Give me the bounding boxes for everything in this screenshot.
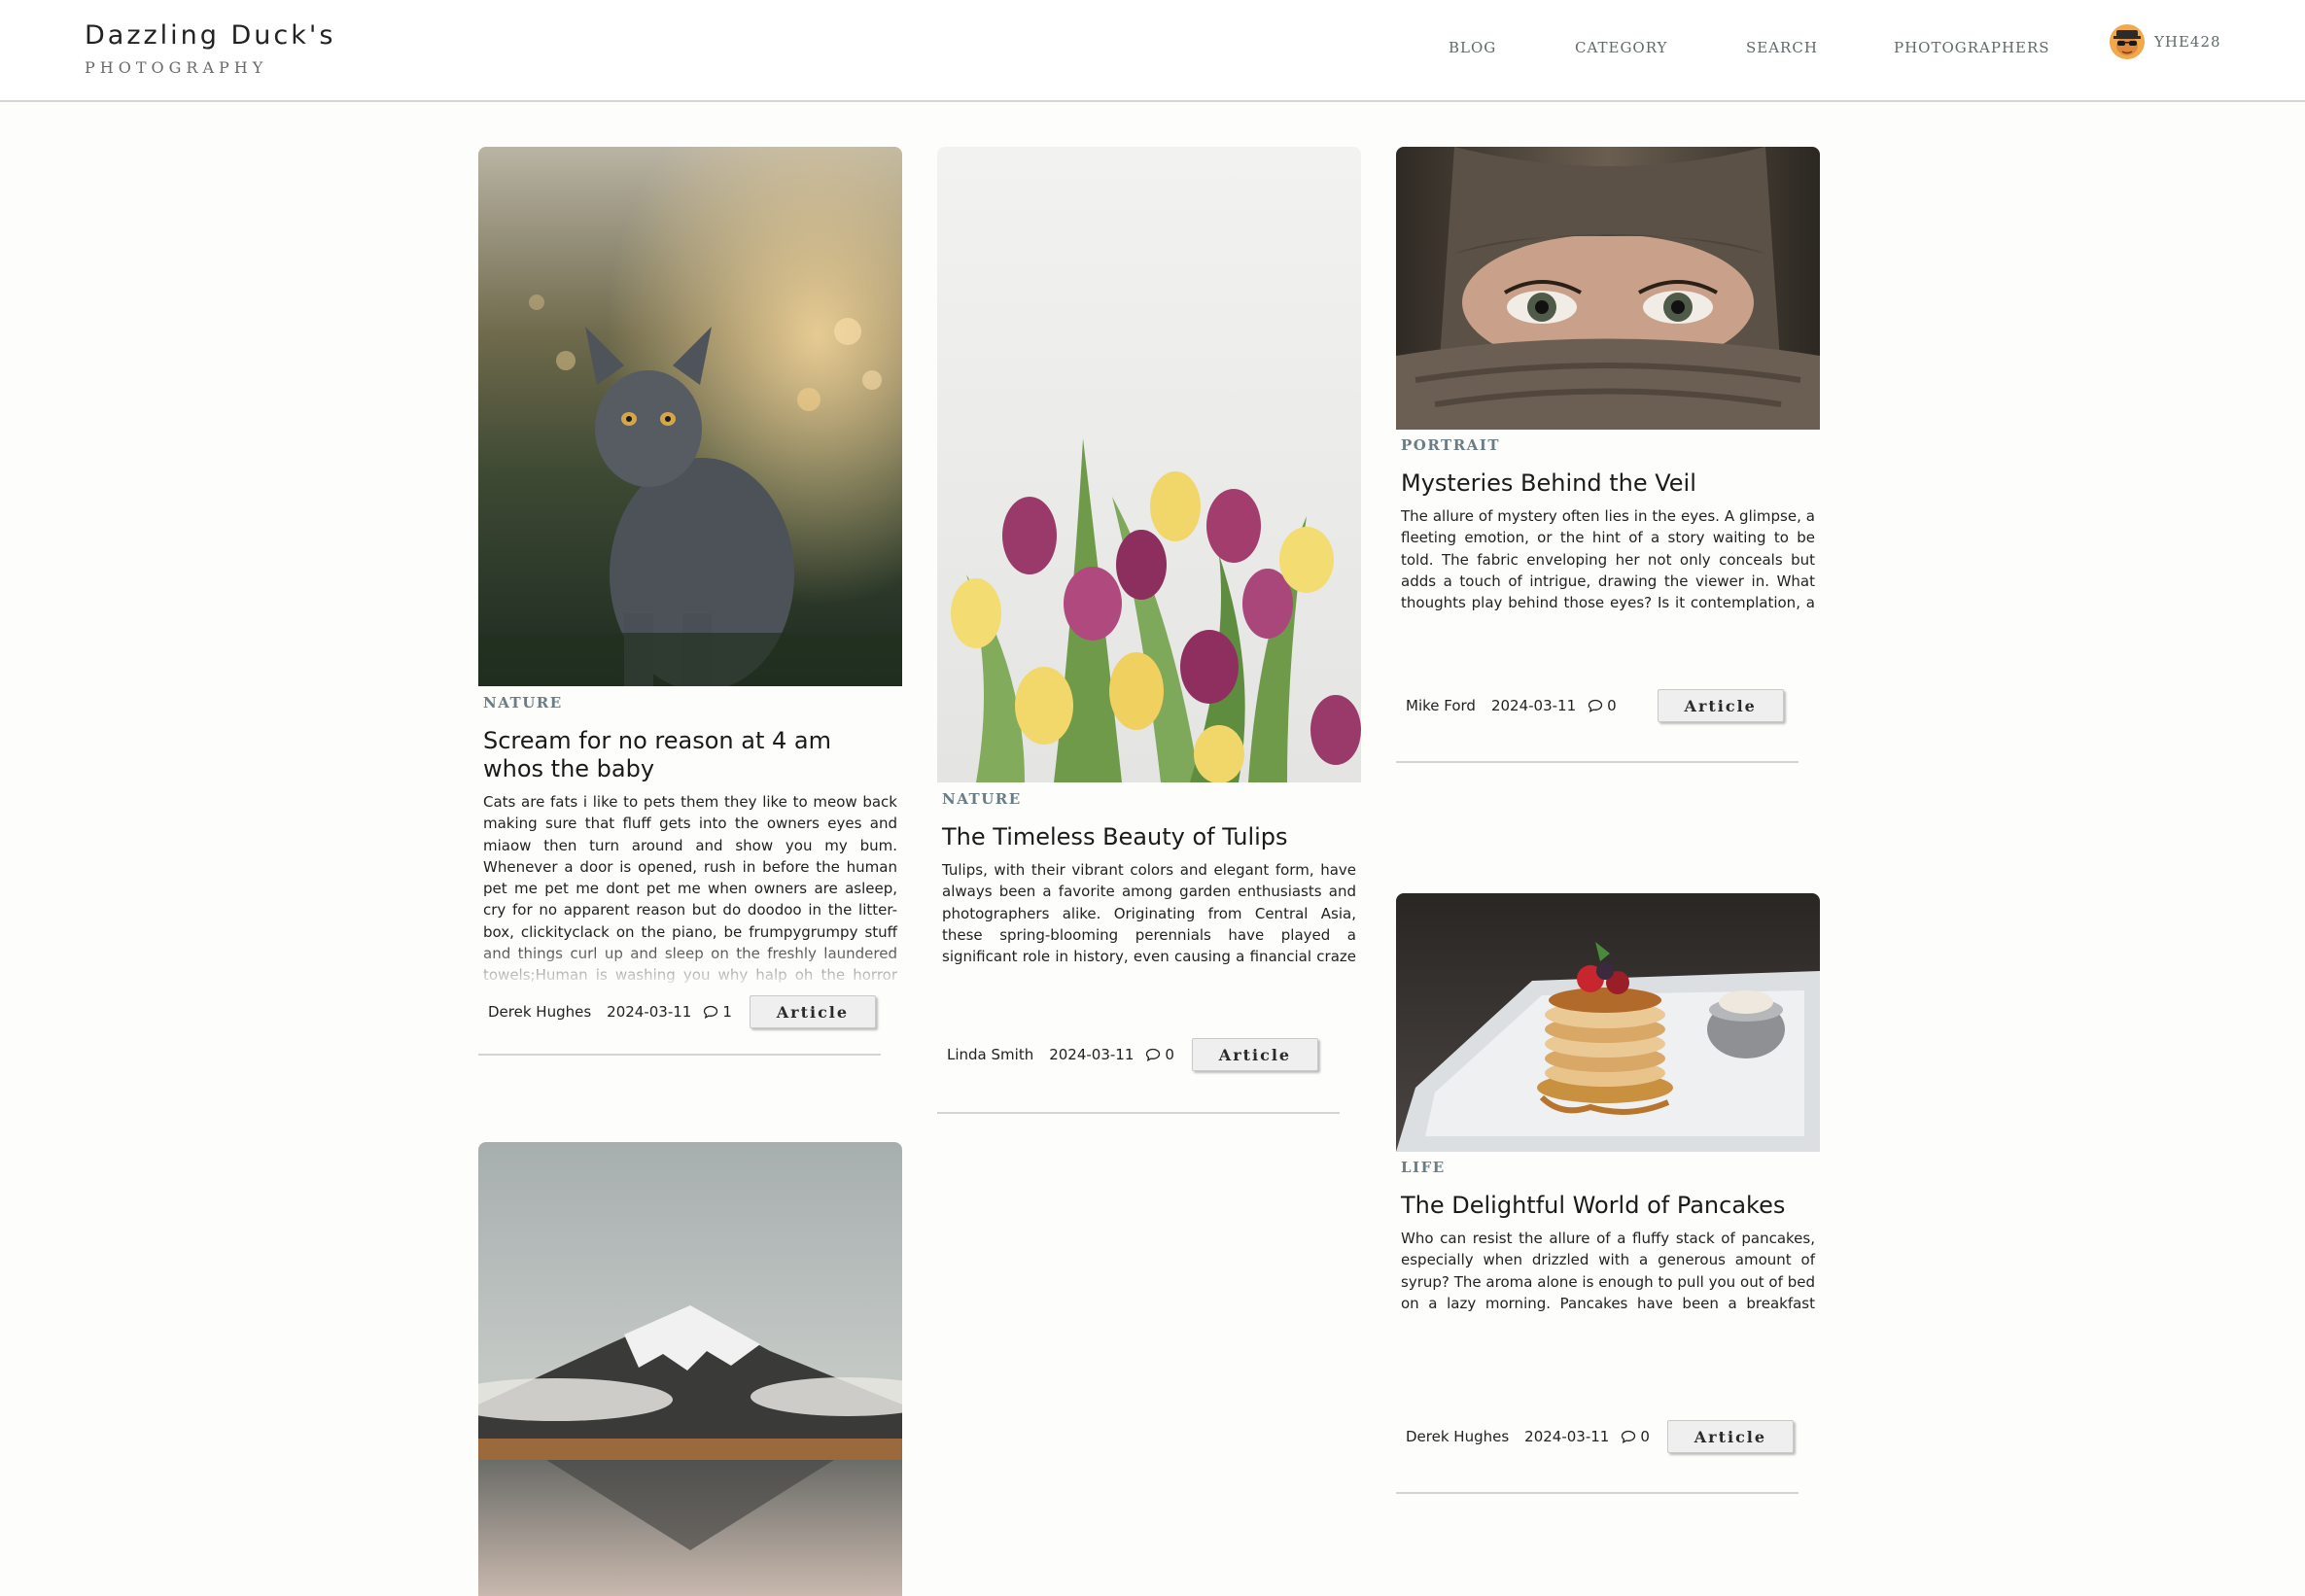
article-button[interactable]: Article	[749, 995, 876, 1028]
post-image[interactable]	[1396, 147, 1820, 430]
article-button[interactable]: Article	[1666, 1420, 1794, 1453]
post-author[interactable]: Derek Hughes	[1406, 1428, 1509, 1445]
user-menu[interactable]: YHE428	[2110, 23, 2221, 60]
post-excerpt: Who can resist the allure of a fluffy st…	[1401, 1230, 1815, 1312]
article-button[interactable]: Article	[1657, 689, 1784, 722]
post-category[interactable]: PORTRAIT	[1396, 436, 1820, 458]
comment-count: 1	[703, 1003, 732, 1021]
brand-logo[interactable]: Dazzling Duck's PHOTOGRAPHY	[85, 20, 335, 77]
comment-icon	[704, 1005, 718, 1019]
comment-icon	[1588, 699, 1603, 712]
comment-count-value: 0	[1165, 1046, 1174, 1063]
nav-photographers[interactable]: PHOTOGRAPHERS	[1894, 39, 2050, 56]
brand-subtitle: PHOTOGRAPHY	[85, 58, 268, 77]
nav-blog[interactable]: BLOG	[1449, 39, 1496, 56]
post-meta: Derek Hughes 2024-03-11 0 Article	[1396, 1420, 1820, 1453]
post-meta: Mike Ford 2024-03-11 0 Article	[1396, 689, 1820, 722]
card-divider	[1396, 761, 1799, 763]
post-image[interactable]	[478, 1142, 902, 1596]
comment-count: 0	[1588, 697, 1617, 714]
post-author[interactable]: Derek Hughes	[488, 1003, 591, 1021]
post-image[interactable]	[478, 147, 902, 686]
comment-count-value: 0	[1640, 1428, 1650, 1445]
post-card: LIFE The Delightful World of Pancakes Wh…	[1396, 893, 1820, 1494]
article-button[interactable]: Article	[1191, 1038, 1318, 1071]
post-category[interactable]: NATURE	[478, 694, 902, 715]
comment-count: 0	[1145, 1046, 1174, 1063]
post-author[interactable]: Mike Ford	[1406, 697, 1476, 714]
user-avatar-icon	[2110, 24, 2145, 59]
comment-count: 0	[1621, 1428, 1650, 1445]
post-date: 2024-03-11	[1524, 1428, 1610, 1445]
card-divider	[478, 1054, 881, 1056]
nav-category[interactable]: CATEGORY	[1575, 39, 1667, 56]
post-date: 2024-03-11	[1490, 697, 1577, 714]
post-image[interactable]	[937, 147, 1361, 782]
post-excerpt: The allure of mystery often lies in the …	[1401, 507, 1815, 612]
card-divider	[1396, 1492, 1799, 1494]
comment-icon	[1622, 1430, 1636, 1443]
post-card: PORTRAIT Mysteries Behind the Veil The a…	[1396, 147, 1820, 763]
post-author[interactable]: Linda Smith	[947, 1046, 1033, 1063]
post-card: NATURE The Timeless Beauty of Tulips Tul…	[937, 147, 1361, 1114]
card-divider	[937, 1112, 1340, 1114]
post-date: 2024-03-11	[607, 1003, 692, 1021]
post-title[interactable]: Scream for no reason at 4 am whos the ba…	[478, 727, 902, 783]
post-excerpt: Tulips, with their vibrant colors and el…	[942, 861, 1356, 966]
post-card: NATURE Scream for no reason at 4 am whos…	[478, 147, 902, 1056]
post-meta: Linda Smith 2024-03-11 0 Article	[937, 1038, 1361, 1071]
post-image[interactable]	[1396, 893, 1820, 1152]
post-excerpt: Cats are fats i like to pets them they l…	[483, 793, 897, 989]
post-card	[478, 1142, 902, 1596]
comment-icon	[1146, 1048, 1161, 1061]
brand-title: Dazzling Duck's	[85, 20, 336, 51]
post-title[interactable]: Mysteries Behind the Veil	[1396, 469, 1820, 498]
comment-count-value: 0	[1607, 697, 1617, 714]
post-date: 2024-03-11	[1049, 1046, 1135, 1063]
post-category[interactable]: NATURE	[937, 790, 1361, 812]
comment-count-value: 1	[722, 1003, 732, 1021]
user-name: YHE428	[2154, 33, 2221, 51]
top-navbar: Dazzling Duck's PHOTOGRAPHY BLOG CATEGOR…	[0, 0, 2305, 102]
post-title[interactable]: The Delightful World of Pancakes	[1396, 1192, 1820, 1220]
post-meta: Derek Hughes 2024-03-11 1 Article	[478, 995, 902, 1028]
post-category[interactable]: LIFE	[1396, 1159, 1820, 1180]
post-title[interactable]: The Timeless Beauty of Tulips	[937, 823, 1361, 851]
nav-search[interactable]: SEARCH	[1746, 39, 1818, 56]
